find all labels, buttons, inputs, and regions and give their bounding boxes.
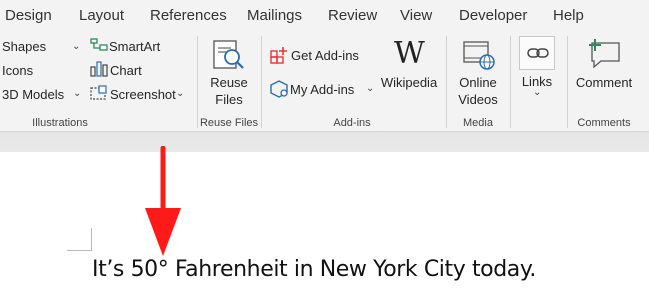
my-add-ins-label: My Add-ins (290, 82, 355, 97)
chevron-down-icon: ⌄ (72, 41, 81, 52)
group-divider (510, 36, 511, 128)
get-add-ins-label: Get Add-ins (291, 48, 359, 63)
tab-developer[interactable]: Developer (459, 7, 527, 24)
chevron-down-icon: ⌄ (73, 88, 82, 99)
ribbon-bottom-band (0, 132, 649, 152)
wikipedia-icon: W (394, 36, 425, 71)
get-add-ins-icon (270, 47, 287, 64)
group-label-comments: Comments (577, 117, 631, 129)
online-videos-label-line1: Online (459, 75, 497, 90)
ribbon: Shapes ⌄ Icons 3D Models ⌄ SmartArt Char… (0, 32, 649, 132)
red-arrow-annotation (145, 146, 181, 256)
tab-view[interactable]: View (400, 7, 432, 24)
chevron-down-icon: ⌄ (366, 83, 375, 94)
icons-button[interactable]: Icons (2, 63, 33, 78)
wikipedia-label: Wikipedia (380, 75, 438, 90)
tab-references[interactable]: References (150, 7, 227, 24)
ribbon-tab-bar: Design Layout References Mailings Review… (0, 0, 649, 32)
document-paragraph[interactable]: It’s 50° Fahrenheit in New York City tod… (92, 257, 536, 282)
tab-help[interactable]: Help (553, 7, 584, 24)
link-icon (527, 48, 549, 58)
reuse-files-icon (213, 40, 244, 69)
smartart-label: SmartArt (109, 39, 161, 54)
online-video-icon (463, 41, 495, 70)
new-comment-icon (589, 39, 620, 69)
chevron-down-icon: ⌄ (176, 88, 185, 99)
my-add-ins-icon (270, 80, 288, 98)
tab-layout[interactable]: Layout (79, 7, 124, 24)
group-label-illustrations: Illustrations (32, 117, 88, 129)
online-videos-label-line2: Videos (458, 92, 498, 107)
group-divider (197, 36, 198, 128)
chart-label: Chart (110, 63, 142, 78)
3d-models-label: 3D Models (2, 87, 65, 102)
links-icon-frame (519, 36, 555, 70)
group-divider (567, 36, 568, 128)
screenshot-icon (90, 85, 107, 100)
bar-chart-icon (90, 61, 108, 77)
smartart-icon (90, 38, 108, 51)
chevron-down-icon: ⌄ (533, 87, 542, 98)
tab-mailings[interactable]: Mailings (247, 7, 302, 24)
group-divider (261, 36, 262, 128)
text-boundary-corner-mark (67, 228, 92, 251)
comment-label: Comment (575, 75, 633, 90)
group-label-media: Media (463, 117, 493, 129)
online-videos-label: Online Videos (458, 74, 498, 108)
tab-design[interactable]: Design (5, 7, 52, 24)
screenshot-label: Screenshot (110, 87, 176, 102)
reuse-files-label-line1: Reuse (210, 75, 248, 90)
group-label-add-ins: Add-ins (333, 117, 371, 129)
tab-review[interactable]: Review (328, 7, 377, 24)
shapes-label: Shapes (2, 39, 47, 54)
group-divider (446, 36, 447, 128)
reuse-files-label: Reuse Files (210, 74, 248, 108)
reuse-files-label-line2: Files (215, 92, 243, 107)
group-label-reuse-files: Reuse Files (199, 117, 259, 129)
